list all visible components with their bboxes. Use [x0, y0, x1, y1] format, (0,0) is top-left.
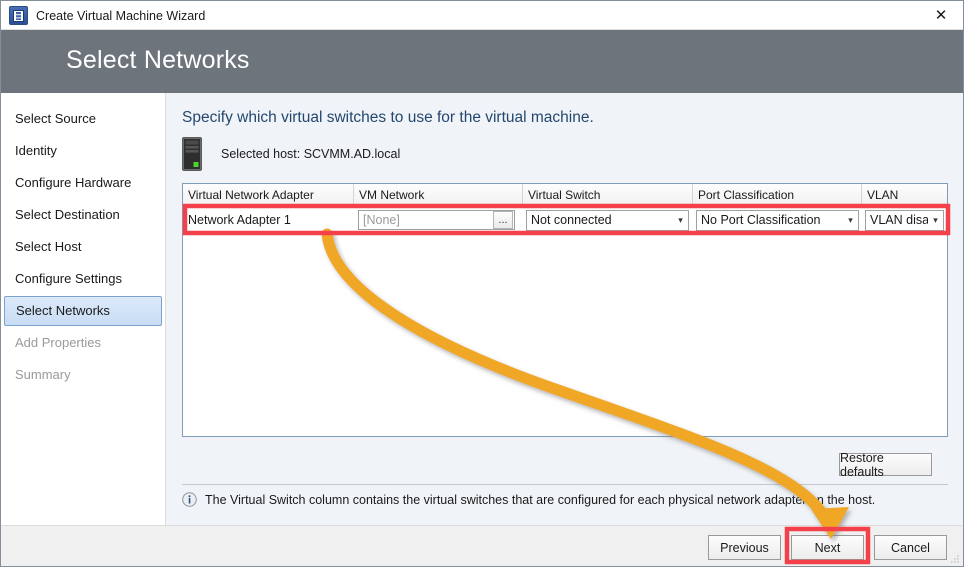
vlan-value: VLAN disal	[870, 213, 928, 227]
close-icon[interactable]: ✕	[919, 1, 963, 29]
server-host-icon	[182, 137, 202, 171]
column-header-virtual-network-adapter[interactable]: Virtual Network Adapter	[183, 184, 354, 206]
sidebar-item-identity[interactable]: Identity	[1, 136, 166, 166]
cell-virtual-network-adapter[interactable]: Network Adapter 1	[183, 207, 354, 233]
create-vm-wizard-window: Create Virtual Machine Wizard ✕ Select N…	[0, 0, 964, 567]
next-button[interactable]: Next	[791, 535, 864, 560]
dialog-footer: Previous Next Cancel	[1, 525, 963, 566]
column-header-vlan[interactable]: VLAN	[862, 184, 947, 206]
resize-grip[interactable]	[948, 552, 960, 564]
sidebar-item-select-source[interactable]: Select Source	[1, 104, 166, 134]
previous-button[interactable]: Previous	[708, 535, 781, 560]
sidebar-item-select-destination[interactable]: Select Destination	[1, 200, 166, 230]
cell-vlan[interactable]: VLAN disal ▾	[862, 207, 947, 233]
sidebar-item-summary: Summary	[15, 367, 71, 382]
page-title: Select Networks	[66, 46, 250, 74]
port-classification-value: No Port Classification	[701, 213, 821, 227]
main-content-panel: Specify which virtual switches to use fo…	[166, 93, 963, 525]
column-header-vm-network[interactable]: VM Network	[354, 184, 523, 206]
cell-port-classification[interactable]: No Port Classification ▾	[693, 207, 862, 233]
selected-host-label: Selected host: SCVMM.AD.local	[221, 147, 401, 161]
vm-network-placeholder: [None]	[363, 213, 400, 227]
instruction-text: Specify which virtual switches to use fo…	[182, 109, 594, 126]
port-classification-dropdown[interactable]: No Port Classification ▾	[696, 209, 859, 231]
selected-host-row: Selected host: SCVMM.AD.local	[182, 137, 400, 171]
note-divider	[182, 484, 948, 485]
wizard-steps-sidebar: Select Source Identity Configure Hardwar…	[1, 93, 166, 525]
sidebar-item-select-host[interactable]: Select Host	[1, 232, 166, 262]
table-row[interactable]: Network Adapter 1 [None] ... Not connect…	[183, 207, 947, 233]
networks-grid: Virtual Network Adapter VM Network Virtu…	[182, 183, 948, 437]
window-title: Create Virtual Machine Wizard	[36, 8, 206, 23]
sidebar-item-configure-settings[interactable]: Configure Settings	[1, 264, 166, 294]
grid-header-row: Virtual Network Adapter VM Network Virtu…	[183, 184, 947, 207]
title-bar: Create Virtual Machine Wizard ✕	[1, 1, 963, 30]
vm-network-browse-button[interactable]: ...	[493, 211, 513, 229]
sidebar-item-configure-hardware[interactable]: Configure Hardware	[1, 168, 166, 198]
wizard-banner: Select Networks	[1, 30, 963, 93]
vm-network-field[interactable]: [None] ...	[358, 210, 515, 230]
info-icon	[182, 492, 197, 507]
cancel-button[interactable]: Cancel	[874, 535, 947, 560]
virtual-switch-dropdown[interactable]: Not connected ▾	[526, 209, 689, 231]
chevron-down-icon: ▾	[678, 214, 683, 225]
virtual-machine-icon	[9, 6, 28, 25]
sidebar-item-add-properties: Add Properties	[15, 335, 101, 350]
chevron-down-icon: ▾	[848, 214, 853, 225]
chevron-down-icon: ▾	[933, 214, 938, 225]
cell-virtual-switch[interactable]: Not connected ▾	[523, 207, 693, 233]
vlan-dropdown[interactable]: VLAN disal ▾	[865, 209, 944, 231]
virtual-switch-value: Not connected	[531, 213, 612, 227]
cell-vm-network[interactable]: [None] ...	[354, 207, 523, 233]
column-header-virtual-switch[interactable]: Virtual Switch	[523, 184, 693, 206]
column-header-port-classification[interactable]: Port Classification	[693, 184, 862, 206]
adapter-name-label: Network Adapter 1	[188, 213, 291, 227]
step-list: Select Source Identity Configure Hardwar…	[1, 104, 166, 392]
info-note: The Virtual Switch column contains the v…	[182, 492, 875, 507]
sidebar-item-select-networks[interactable]: Select Networks	[4, 296, 162, 326]
info-note-text: The Virtual Switch column contains the v…	[205, 492, 876, 507]
restore-defaults-button[interactable]: Restore defaults	[839, 451, 932, 479]
